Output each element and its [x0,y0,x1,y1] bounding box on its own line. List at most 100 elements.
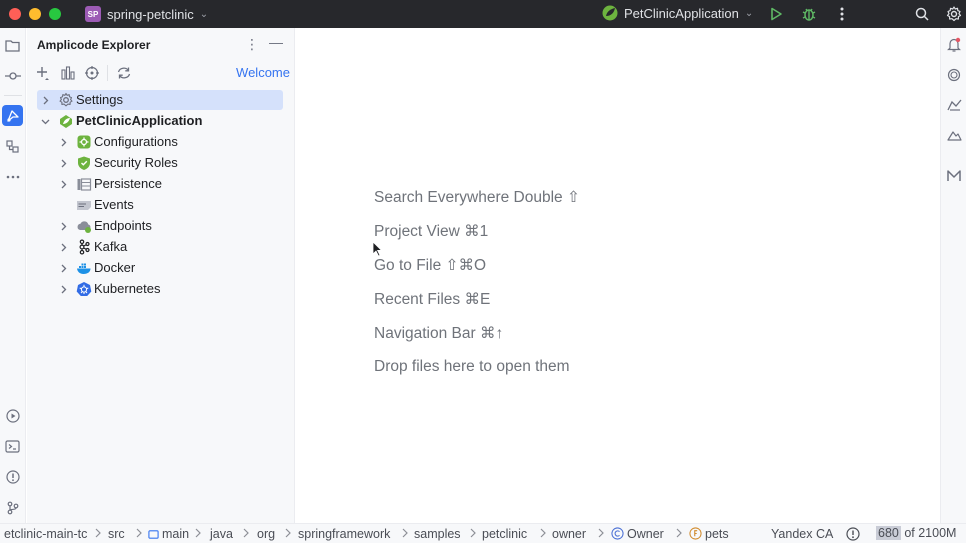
breadcrumb-label: pets [705,527,729,541]
breadcrumb-item[interactable]: pets [689,527,729,543]
tree-item-security-roles[interactable]: Security Roles [27,153,295,173]
chevron-right-icon[interactable] [58,258,68,278]
ai-assistant-widget[interactable]: Yandex CA [771,527,833,541]
breadcrumb-label: petclinic [482,527,528,541]
minimize-window-button[interactable] [29,8,41,20]
memory-indicator[interactable]: 680 of 2100M [870,525,962,543]
panel-options-icon[interactable]: ⋮ [245,36,259,53]
tree-item-settings[interactable]: Settings [27,90,295,110]
tree-item-label: Kubernetes [94,281,161,296]
status-bar: etclinic-main-tc src main java org springfram… [0,523,966,543]
services-icon[interactable] [2,405,23,426]
minimize-panel-icon[interactable]: — [269,34,283,50]
breadcrumb-separator-icon [470,527,476,541]
database-connections-icon[interactable] [945,96,963,114]
markdown-icon[interactable] [945,167,963,185]
breadcrumb-label: etclinic-main-tc [4,527,88,541]
amplicode-explorer-icon[interactable] [2,105,23,126]
breadcrumb-item[interactable]: src [108,527,125,541]
run-icon[interactable] [766,4,786,24]
events-icon [76,197,92,213]
breadcrumb-separator-icon [136,527,142,541]
commit-icon[interactable] [2,65,23,86]
class-icon [611,527,624,543]
chevron-down-icon[interactable] [40,111,50,131]
warning-icon[interactable] [846,527,860,543]
debug-icon[interactable] [799,4,819,24]
tree-item-docker[interactable]: Docker [27,258,295,278]
strip-divider [4,95,22,96]
breadcrumb-item[interactable]: springframework [298,527,390,541]
toolbar-divider [107,65,108,81]
close-window-button[interactable] [9,8,21,20]
title-bar: SP spring-petclinic ⌄ PetClinicApplicati… [0,0,966,28]
run-configuration-name: PetClinicApplication [624,5,739,21]
gear-icon [58,92,74,108]
mouse-cursor-icon [372,241,382,257]
breadcrumb-item[interactable]: owner [552,527,586,541]
project-name[interactable]: spring-petclinic [107,7,194,22]
explorer-toolbar: Welcome [27,62,295,84]
tree-item-label: Configurations [94,134,178,149]
tree-item-kafka[interactable]: Kafka [27,237,295,257]
tree-item-endpoints[interactable]: Endpoints [27,216,295,236]
notifications-icon[interactable] [945,36,963,54]
chevron-down-icon[interactable]: ⌄ [200,9,208,20]
chevron-right-icon[interactable] [58,279,68,299]
git-icon[interactable] [2,497,23,518]
breadcrumb-item[interactable]: java [210,527,233,541]
add-icon[interactable] [34,64,52,82]
spring-boot-icon [58,113,74,129]
welcome-link[interactable]: Welcome [236,65,290,80]
breadcrumb-item[interactable]: Owner [611,527,664,543]
endpoints-icon [76,218,92,234]
terminal-icon[interactable] [2,436,23,457]
breadcrumb-separator-icon [676,527,682,541]
structure-icon[interactable] [2,136,23,157]
panel-title: Amplicode Explorer [37,38,151,52]
kubernetes-icon [76,281,92,297]
chevron-right-icon[interactable] [58,237,68,257]
structure-icon[interactable] [59,64,77,82]
tree-item-petclinicapplication[interactable]: PetClinicApplication [27,111,295,131]
tree-item-kubernetes[interactable]: Kubernetes [27,279,295,299]
more-tools-icon[interactable] [2,166,23,187]
search-icon[interactable] [912,4,932,24]
tree-item-label: Persistence [94,176,162,191]
project-badge[interactable]: SP [85,6,101,22]
chevron-right-icon[interactable] [58,132,68,152]
breadcrumb-label: springframework [298,527,391,541]
project-folder-icon[interactable] [2,35,23,56]
breadcrumb-item[interactable]: samples [414,527,461,541]
target-icon[interactable] [83,64,101,82]
tree-item-events[interactable]: Events [27,195,295,215]
tree-item-label: Endpoints [94,218,152,233]
hint-search-everywhere: Search Everywhere Double ⇧ [374,189,580,206]
chevron-down-icon: ⌄ [744,7,754,19]
amplicode-designer-icon[interactable] [945,126,963,144]
chevron-right-icon[interactable] [58,153,68,173]
zoom-window-button[interactable] [49,8,61,20]
hint-project-view: Project View ⌘1 [374,223,489,240]
chevron-right-icon[interactable] [58,216,68,236]
breadcrumb-label: samples [414,527,461,541]
breadcrumb-label: src [108,527,125,541]
tree-item-configurations[interactable]: Configurations [27,132,295,152]
editor-empty-state: Search Everywhere Double ⇧ Project View … [296,28,940,523]
breadcrumb-label: Owner [627,527,664,541]
breadcrumb-separator-icon [598,527,604,541]
breadcrumb-item[interactable]: petclinic [482,527,527,541]
spring-icon [602,5,618,21]
problems-icon[interactable] [2,466,23,487]
chevron-right-icon[interactable] [40,90,50,110]
run-configuration-selector[interactable]: PetClinicApplication ⌄ [602,5,753,21]
breadcrumb-item[interactable]: org [257,527,275,541]
breadcrumb-item[interactable]: main [148,527,189,543]
settings-icon[interactable] [944,4,964,24]
chevron-right-icon[interactable] [58,174,68,194]
more-icon[interactable] [832,4,852,24]
breadcrumb-item[interactable]: etclinic-main-tc [4,527,87,541]
tree-item-persistence[interactable]: Persistence [27,174,295,194]
ai-assistant-icon[interactable] [945,66,963,84]
refresh-icon[interactable] [115,64,133,82]
